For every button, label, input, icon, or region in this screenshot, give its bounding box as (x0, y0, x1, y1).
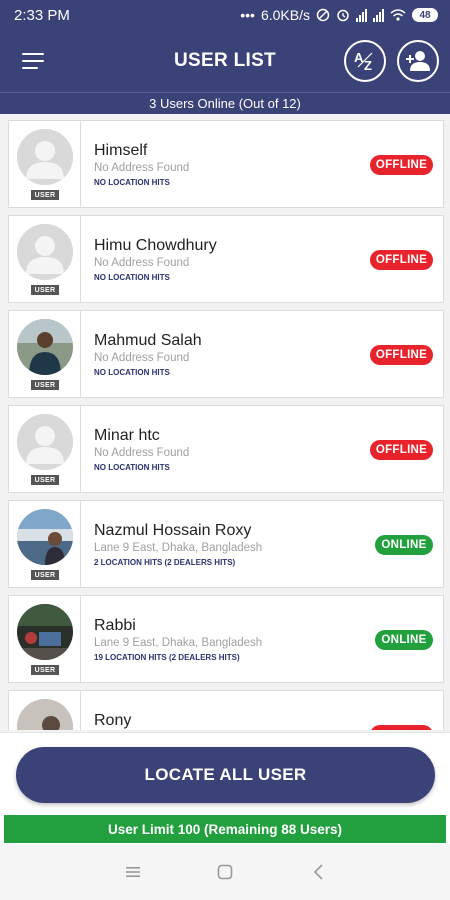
bottom-panel: LOCATE ALL USER User Limit 100 (Remainin… (0, 732, 450, 844)
user-row[interactable]: USER Mahmud Salah No Address Found NO LO… (8, 310, 444, 398)
user-name: Himself (94, 142, 148, 159)
user-address: No Address Found (94, 162, 190, 174)
home-icon[interactable] (215, 862, 235, 882)
avatar-placeholder-icon (17, 224, 73, 280)
user-name: Minar htc (94, 427, 160, 444)
app-bar: USER LIST A Z (0, 30, 450, 92)
status-time: 2:33 PM (14, 6, 70, 24)
status-badge: ONLINE (375, 630, 433, 650)
status-icons: ••• 6.0KB/s 48 (240, 7, 438, 23)
avatar-placeholder-icon (17, 129, 73, 185)
do-not-disturb-icon (316, 8, 330, 22)
user-address: Lane 9 East, Dhaka, Bangladesh (94, 637, 263, 649)
user-row[interactable]: USER Himu Chowdhury No Address Found NO … (8, 215, 444, 303)
user-role-tag: USER (31, 285, 59, 295)
avatar-photo (17, 604, 73, 660)
system-nav-bar (0, 844, 450, 900)
avatar-column: USER (9, 216, 81, 302)
battery-icon: 48 (412, 8, 438, 22)
status-badge: OFFLINE (370, 155, 433, 175)
location-hits: NO LOCATION HITS (94, 463, 170, 472)
locate-all-user-button[interactable]: LOCATE ALL USER (16, 747, 435, 803)
user-address: No Address Found (94, 257, 190, 269)
az-sort-button[interactable]: A Z (344, 40, 386, 82)
avatar-placeholder-icon (17, 414, 73, 470)
location-hits: 2 LOCATION HITS (2 DEALERS HITS) (94, 558, 236, 567)
status-badge (370, 725, 433, 730)
user-name: Himu Chowdhury (94, 237, 217, 254)
status-dots: ••• (240, 7, 255, 23)
az-sort-icon: A Z (354, 50, 373, 73)
avatar-photo (17, 509, 73, 565)
user-name: Mahmud Salah (94, 332, 202, 349)
user-address: Lane 9 East, Dhaka, Bangladesh (94, 542, 263, 554)
user-row[interactable]: USER Rabbi Lane 9 East, Dhaka, Banglades… (8, 595, 444, 683)
recent-apps-icon[interactable] (123, 862, 143, 882)
avatar-photo (17, 319, 73, 375)
status-badge: ONLINE (375, 535, 433, 555)
status-badge: OFFLINE (370, 440, 433, 460)
user-list: USER Himself No Address Found NO LOCATIO… (8, 120, 444, 730)
user-role-tag: USER (31, 665, 59, 675)
alarm-icon (337, 9, 349, 22)
user-role-tag: USER (31, 475, 59, 485)
user-role-tag: USER (31, 190, 59, 200)
avatar-column (9, 691, 81, 730)
user-row[interactable]: USER Minar htc No Address Found NO LOCAT… (8, 405, 444, 493)
user-name: Rabbi (94, 617, 136, 634)
status-bar: 2:33 PM ••• 6.0KB/s 48 (0, 0, 450, 30)
online-summary: 3 Users Online (Out of 12) (0, 92, 450, 114)
location-hits: NO LOCATION HITS (94, 273, 170, 282)
status-badge: OFFLINE (370, 345, 433, 365)
user-address: No Address Found (94, 447, 190, 459)
user-role-tag: USER (31, 570, 59, 580)
wifi-icon (390, 9, 406, 21)
location-hits: NO LOCATION HITS (94, 178, 170, 187)
user-name: Rony (94, 712, 132, 729)
user-row[interactable]: USER Himself No Address Found NO LOCATIO… (8, 120, 444, 208)
user-name: Nazmul Hossain Roxy (94, 522, 252, 539)
back-icon[interactable] (309, 862, 329, 882)
user-address: No Address Found (94, 352, 190, 364)
avatar-photo (17, 699, 73, 730)
location-hits: 19 LOCATION HITS (2 DEALERS HITS) (94, 653, 240, 662)
status-badge: OFFLINE (370, 250, 433, 270)
user-row[interactable]: Rony (8, 690, 444, 730)
avatar-column: USER (9, 311, 81, 397)
location-hits: NO LOCATION HITS (94, 368, 170, 377)
user-row[interactable]: USER Nazmul Hossain Roxy Lane 9 East, Dh… (8, 500, 444, 588)
avatar-column: USER (9, 406, 81, 492)
add-user-button[interactable] (397, 40, 439, 82)
avatar-column: USER (9, 596, 81, 682)
signal-icon-2 (373, 8, 384, 22)
add-user-icon (406, 51, 430, 71)
user-role-tag: USER (31, 380, 59, 390)
avatar-column: USER (9, 501, 81, 587)
signal-icon (356, 8, 367, 22)
net-speed: 6.0KB/s (260, 7, 310, 23)
avatar-column: USER (9, 121, 81, 207)
user-limit-bar: User Limit 100 (Remaining 88 Users) (4, 815, 446, 843)
